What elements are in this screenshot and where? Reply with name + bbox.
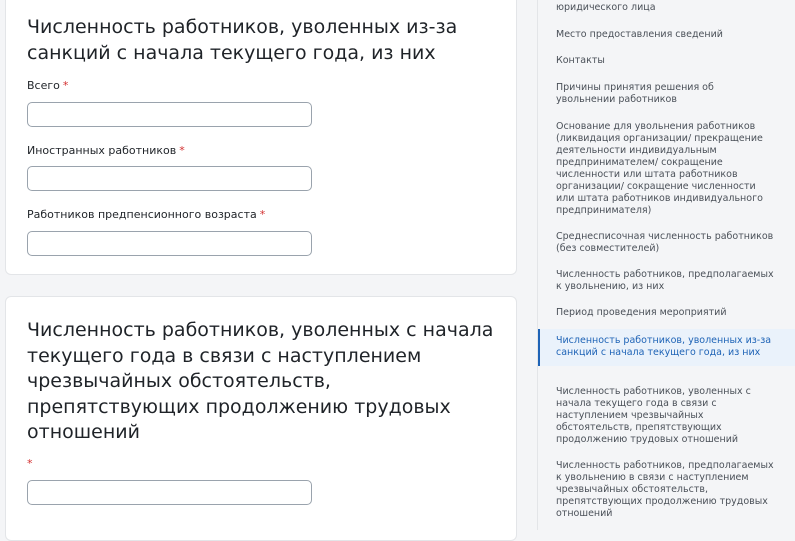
emergency-dismissals-card: Численность работников, уволенных с нача… — [5, 296, 517, 541]
total-input[interactable] — [27, 102, 312, 127]
total-label: Всего * — [27, 79, 69, 92]
required-mark: * — [27, 457, 33, 470]
nav-item-dismissal-reasons[interactable]: Причины принятия решения об увольнении р… — [538, 82, 795, 106]
emergency-count-label: * — [27, 457, 33, 470]
nav-item-average-headcount[interactable]: Среднесписочная численность работников (… — [538, 231, 795, 255]
pre-retirement-input[interactable] — [27, 231, 312, 256]
card-title: Численность работников, уволенных из-за … — [27, 16, 458, 64]
required-mark: * — [62, 79, 69, 92]
nav-item-emergency-planned-dismissals[interactable]: Численность работников, предполагаемых к… — [538, 460, 795, 520]
nav-item-contacts[interactable]: Контакты — [538, 55, 795, 67]
foreign-workers-input[interactable] — [27, 166, 312, 191]
section-navigation: юридического лица Место предоставления с… — [537, 0, 795, 530]
pre-retirement-label: Работников предпенсионного возраста * — [27, 208, 266, 221]
required-mark: * — [179, 144, 185, 157]
nav-item-legal-entity[interactable]: юридического лица — [538, 2, 795, 14]
nav-item-planned-dismissals[interactable]: Численность работников, предполагаемых к… — [538, 269, 795, 293]
nav-item-sanctions-dismissals[interactable]: Численность работников, уволенных из-за … — [538, 329, 795, 366]
sanctions-dismissals-card: Численность работников, уволенных из-за … — [5, 0, 517, 275]
main-content: Численность работников, уволенных из-за … — [0, 0, 530, 541]
nav-item-activity-period[interactable]: Период проведения мероприятий — [538, 307, 795, 319]
nav-item-place-of-submission[interactable]: Место предоставления сведений — [538, 29, 795, 41]
card-title: Численность работников, уволенных с нача… — [27, 319, 494, 443]
foreign-workers-label: Иностранных работников * — [27, 144, 185, 157]
required-mark: * — [259, 208, 266, 221]
nav-item-emergency-dismissals[interactable]: Численность работников, уволенных с нача… — [538, 386, 795, 446]
emergency-count-input[interactable] — [27, 480, 312, 505]
nav-item-dismissal-grounds[interactable]: Основание для увольнения работников (лик… — [538, 121, 795, 217]
